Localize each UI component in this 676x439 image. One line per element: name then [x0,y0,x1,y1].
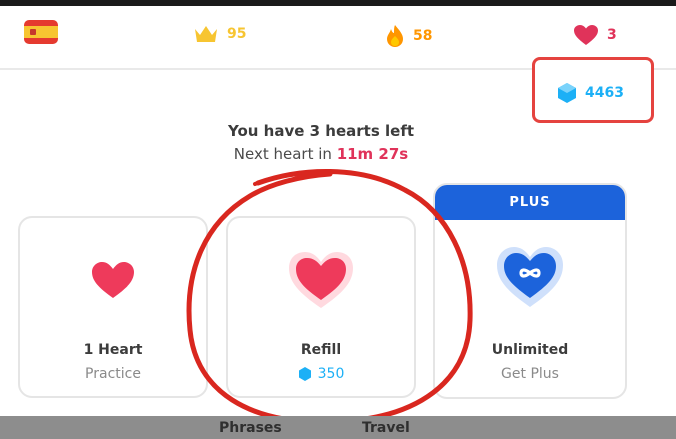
crown-icon [195,26,217,42]
crowns-counter[interactable]: 95 [193,24,246,44]
infinity-heart-icon [497,247,563,307]
refill-price-value: 350 [317,366,345,382]
practice-card[interactable]: 1 Heart Practice [18,216,208,398]
spain-flag-icon [24,20,58,44]
refill-card-title: Refill [300,342,342,358]
next-heart-message: Next heart in 11m 27s [0,145,642,163]
gems-count: 4463 [585,85,624,101]
full-heart-icon [289,252,353,308]
streak-counter[interactable]: 58 [385,24,432,48]
next-heart-timer: 11m 27s [336,145,409,163]
refill-card[interactable]: Refill 350 [226,216,416,398]
hearts-count: 3 [607,27,617,43]
unlimited-card[interactable]: PLUS Unlimited Get Plus [433,183,627,399]
gem-icon [298,367,311,381]
bottom-skill-bar: Phrases Travel [0,416,676,439]
plus-badge: PLUS [435,185,625,220]
next-heart-label: Next heart in [233,145,332,163]
gems-counter[interactable]: 4463 [557,82,624,104]
gems-counter-highlight: 4463 [532,57,654,123]
skill-tab-phrases[interactable]: Phrases [219,420,282,436]
refill-price: 350 [228,366,414,382]
heart-icon [92,262,134,298]
gem-icon [558,83,576,103]
unlimited-card-subtitle: Get Plus [501,366,559,382]
heart-icon [574,25,598,45]
crowns-count: 95 [227,26,247,42]
unlimited-card-title: Unlimited [491,342,569,358]
hearts-left-message: You have 3 hearts left [227,122,415,140]
streak-count: 58 [413,28,433,44]
skill-tab-travel[interactable]: Travel [362,420,410,436]
language-flag-button[interactable] [24,20,58,44]
flame-icon [387,25,403,47]
hearts-counter[interactable]: 3 [573,24,617,46]
practice-card-title: 1 Heart [83,342,143,358]
practice-card-subtitle: Practice [85,366,141,382]
